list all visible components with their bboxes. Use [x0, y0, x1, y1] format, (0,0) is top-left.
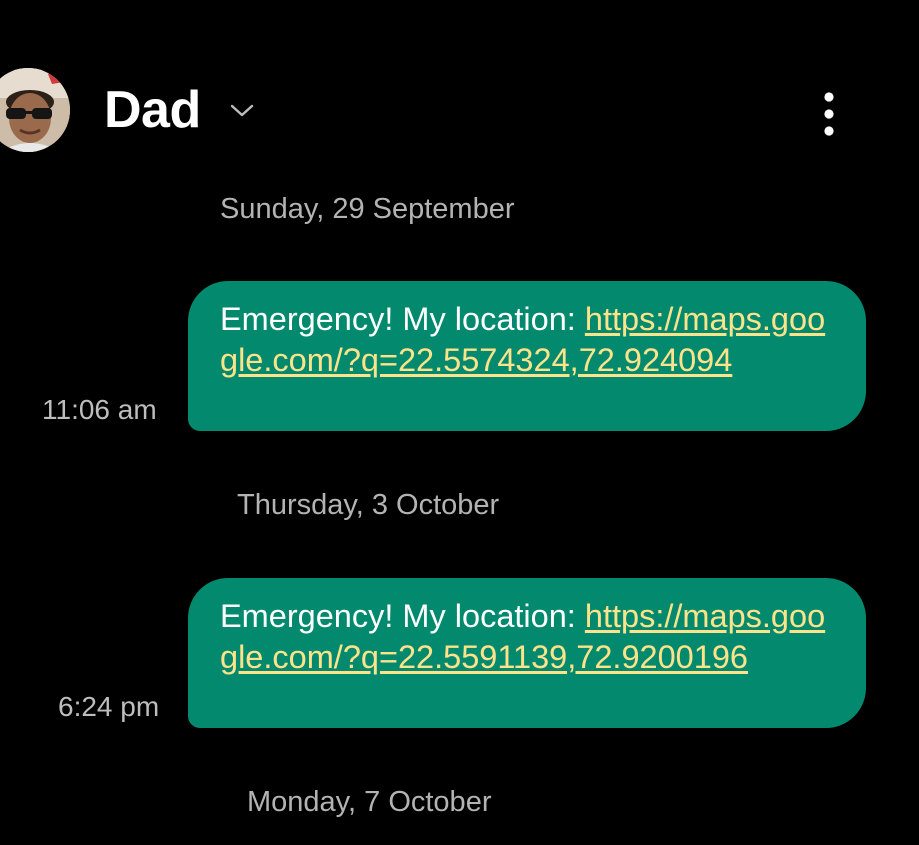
- avatar-photo-icon: [0, 68, 70, 152]
- date-separator: Thursday, 3 October: [237, 489, 500, 521]
- date-separator: Monday, 7 October: [247, 786, 492, 818]
- message-bubble[interactable]: Emergency! My location: https://maps.goo…: [188, 281, 866, 431]
- conversation-header: Dad: [0, 58, 919, 162]
- message-time: 11:06 am: [42, 394, 157, 425]
- contact-avatar[interactable]: [0, 68, 70, 152]
- message-bubble[interactable]: Emergency! My location: https://maps.goo…: [188, 578, 866, 728]
- more-options-icon[interactable]: [812, 88, 846, 140]
- message-text: Emergency! My location:: [220, 301, 585, 337]
- message-text: Emergency! My location:: [220, 598, 585, 634]
- contact-name[interactable]: Dad: [104, 80, 201, 140]
- message-time: 6:24 pm: [58, 691, 160, 722]
- chevron-down-icon[interactable]: [228, 98, 256, 122]
- date-separator: Sunday, 29 September: [220, 193, 515, 225]
